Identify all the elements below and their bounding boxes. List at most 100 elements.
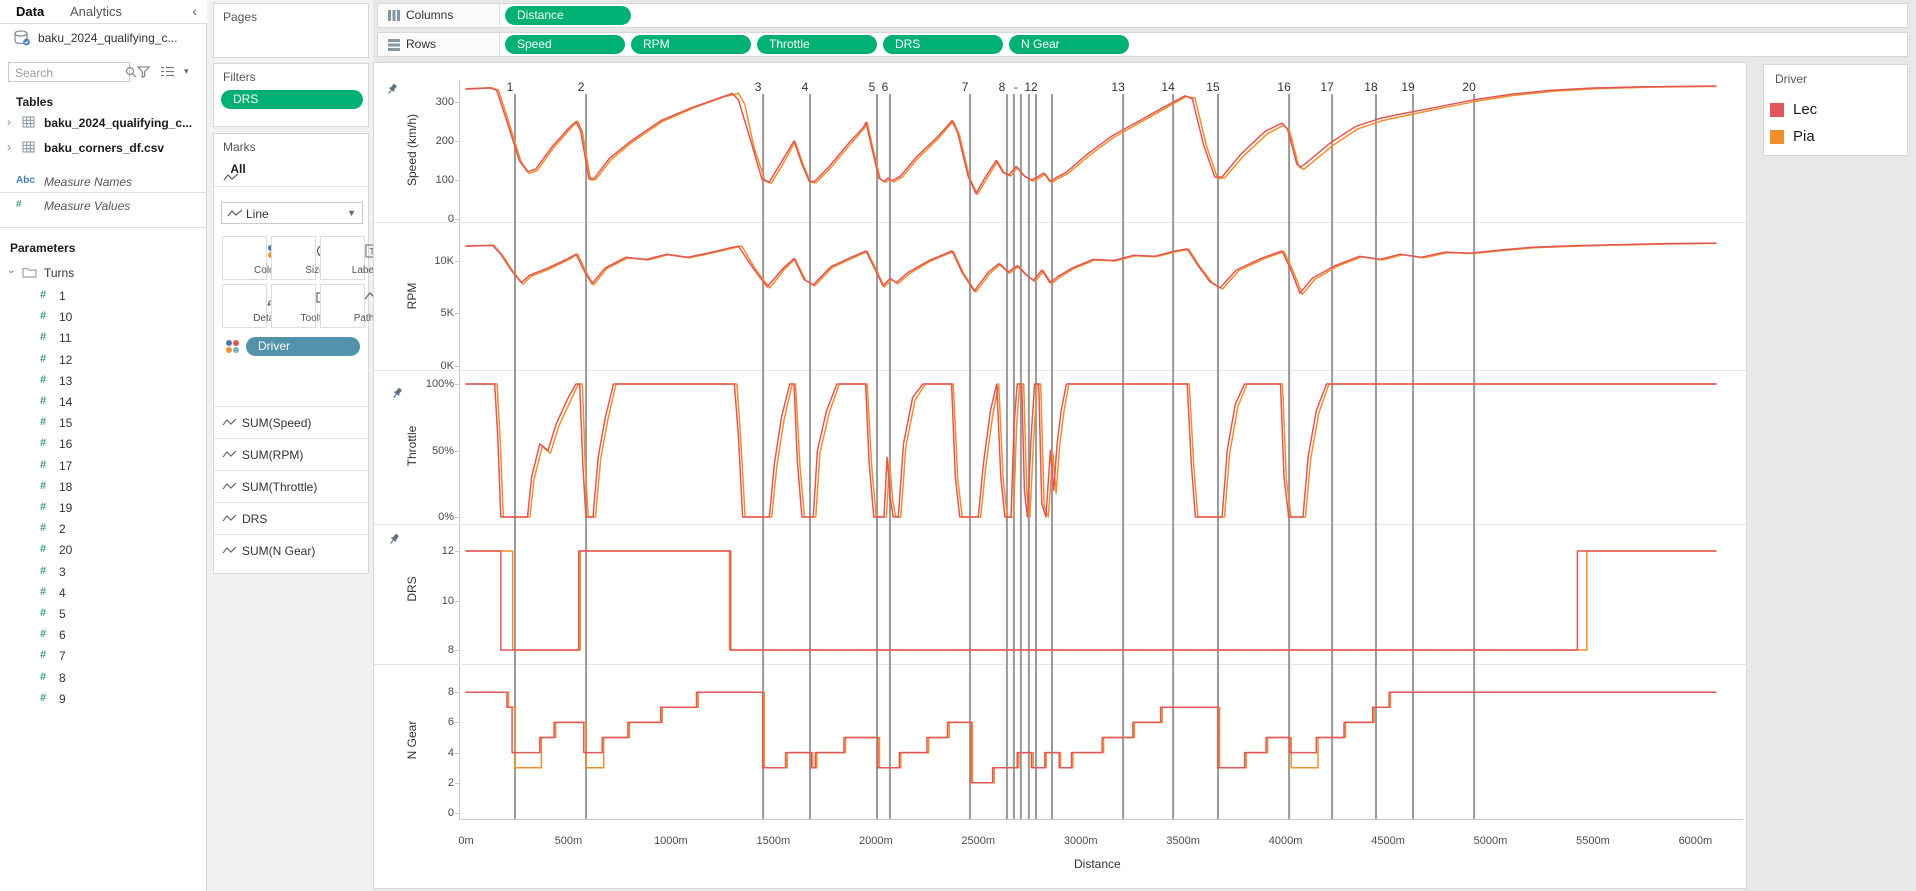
caret-down-icon[interactable]: ▼: [347, 208, 356, 218]
y-tick-label: 0: [447, 213, 454, 225]
view-options-caret-icon[interactable]: ▾: [184, 66, 189, 77]
parameter-item[interactable]: #3: [0, 562, 207, 583]
parameter-item[interactable]: #13: [0, 371, 207, 392]
rows-pill[interactable]: RPM: [631, 35, 751, 54]
path-button[interactable]: Path: [320, 284, 382, 328]
chevron-down-icon[interactable]: ⌄: [7, 265, 15, 276]
mark-type-label: Line: [246, 207, 269, 221]
x-tick-label: 1500m: [756, 835, 791, 847]
series-lec[interactable]: [465, 691, 1717, 784]
mark-field-row[interactable]: SUM(Speed): [214, 406, 368, 438]
size-button[interactable]: Size: [271, 236, 330, 280]
rows-pill[interactable]: N Gear: [1009, 35, 1129, 54]
parameter-item[interactable]: #18: [0, 477, 207, 498]
series-lec[interactable]: [465, 242, 1717, 294]
series-pia[interactable]: [465, 383, 1717, 518]
parameter-item[interactable]: #8: [0, 668, 207, 689]
parameter-item[interactable]: #17: [0, 456, 207, 477]
mark-field-row[interactable]: SUM(N Gear): [214, 534, 368, 566]
filters-label: Filters: [223, 70, 256, 84]
tab-analytics[interactable]: Analytics: [70, 4, 122, 19]
mark-field-row[interactable]: SUM(RPM): [214, 438, 368, 470]
label-button[interactable]: T Label: [320, 236, 379, 280]
table-name: baku_2024_qualifying_c...: [44, 116, 193, 130]
tooltip-button[interactable]: Tooltip: [271, 284, 332, 328]
search-row: Search ▾: [0, 62, 207, 84]
rows-pill[interactable]: Throttle: [757, 35, 877, 54]
parameter-item[interactable]: #6: [0, 625, 207, 646]
marks-all-row[interactable]: All: [223, 162, 246, 181]
parameter-item[interactable]: #20: [0, 540, 207, 561]
detail-button[interactable]: Detail: [222, 284, 281, 328]
hash-icon: #: [40, 352, 47, 365]
axis-title: RPM: [405, 282, 419, 309]
driver-color-pill[interactable]: Driver: [246, 337, 360, 356]
y-tick-label: 0%: [438, 511, 454, 523]
parameter-item[interactable]: #16: [0, 434, 207, 455]
series-lec[interactable]: [465, 550, 1717, 651]
legend-entry[interactable]: Pia: [1770, 128, 1900, 146]
field-name: Measure Names: [44, 175, 133, 189]
y-tick-label: 10K: [434, 254, 454, 267]
chevron-right-icon[interactable]: ›: [7, 115, 11, 129]
parameter-item[interactable]: #9: [0, 689, 207, 710]
series-lec[interactable]: [465, 383, 1717, 518]
y-tick-label: 300: [435, 96, 454, 108]
rows-label: Rows: [406, 37, 437, 51]
shelf-column: Pages Filters DRS Marks All Line ▼ Color…: [207, 0, 382, 891]
parameter-item[interactable]: #15: [0, 413, 207, 434]
x-tick-label: 2500m: [961, 835, 996, 847]
parameter-item[interactable]: #12: [0, 350, 207, 371]
parameter-item[interactable]: #11: [0, 328, 207, 349]
columns-shelf-label-cell: Columns: [378, 4, 500, 27]
panel-throttle: [465, 383, 1717, 518]
collapse-pane-icon[interactable]: ‹: [192, 3, 197, 19]
marks-label: Marks: [223, 140, 256, 154]
parameters-folder-row[interactable]: ⌄ Turns: [0, 263, 207, 284]
hash-icon: #: [40, 458, 47, 471]
table-row[interactable]: › baku_corners_df.csv: [0, 138, 207, 159]
table-row[interactable]: › baku_2024_qualifying_c...: [0, 113, 207, 134]
parameter-item[interactable]: #5: [0, 604, 207, 625]
parameter-label: 15: [59, 416, 73, 431]
parameter-label: 6: [59, 628, 66, 643]
tab-data[interactable]: Data: [16, 4, 44, 19]
parameter-item[interactable]: #19: [0, 498, 207, 519]
series-pia[interactable]: [465, 242, 1717, 296]
rows-pill[interactable]: Speed: [505, 35, 625, 54]
color-button[interactable]: Color: [222, 236, 281, 280]
datasource-row[interactable]: baku_2024_qualifying_c...: [0, 28, 207, 50]
x-axis-title: Distance: [1074, 857, 1121, 871]
series-pia[interactable]: [465, 550, 1717, 651]
field-row[interactable]: Abc Measure Names: [0, 172, 207, 193]
data-pane: Data Analytics ‹ baku_2024_qualifying_c.…: [0, 0, 207, 891]
legend-entry[interactable]: Lec: [1770, 101, 1900, 119]
parameter-item[interactable]: #10: [0, 307, 207, 328]
mark-field-row[interactable]: SUM(Throttle): [214, 470, 368, 502]
hash-icon: #: [40, 331, 47, 344]
filter-pill[interactable]: DRS: [221, 90, 363, 109]
x-tick-label: 6000m: [1678, 835, 1713, 847]
mark-type-dropdown[interactable]: Line ▼: [221, 202, 363, 224]
parameter-item[interactable]: #1: [0, 286, 207, 307]
data-pane-tabs: Data Analytics ‹: [0, 0, 207, 24]
chevron-right-icon[interactable]: ›: [7, 140, 11, 154]
series-pia[interactable]: [465, 691, 1717, 784]
driver-legend-card: Driver Lec Pia: [1763, 64, 1908, 156]
columns-pill[interactable]: Distance: [505, 6, 631, 25]
rows-pill[interactable]: DRS: [883, 35, 1003, 54]
mark-field-row[interactable]: DRS: [214, 502, 368, 534]
hash-icon: #: [40, 670, 47, 683]
parameter-item[interactable]: #4: [0, 583, 207, 604]
parameter-label: 1: [59, 289, 66, 303]
parameter-item[interactable]: #2: [0, 519, 207, 540]
series-lec[interactable]: [465, 85, 1717, 195]
search-input[interactable]: Search: [8, 62, 137, 82]
parameter-label: 9: [59, 691, 66, 706]
series-pia[interactable]: [465, 85, 1717, 196]
field-row[interactable]: # Measure Values: [0, 196, 207, 217]
parameter-item[interactable]: #7: [0, 646, 207, 667]
parameter-item[interactable]: #14: [0, 392, 207, 413]
worksheet-chart-area[interactable]: 1 2 3 4 5 6 7 8-12 13 14 15 16 17 18 19 20 Speed (km/h) 0…: [373, 62, 1747, 889]
parameter-label: 3: [59, 564, 66, 579]
